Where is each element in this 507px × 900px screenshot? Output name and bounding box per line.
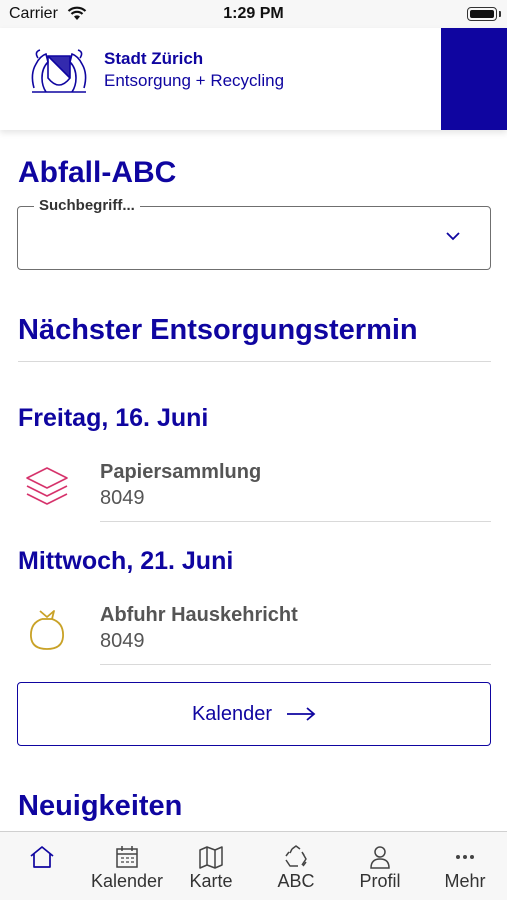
search-label: Suchbegriff... (34, 197, 140, 214)
day-title-1: Freitag, 16. Juni (18, 404, 209, 432)
tab-bar: Kalender Karte ABC Profil Mehr (0, 831, 507, 900)
garbage-bag-icon (30, 610, 64, 650)
tab-home[interactable] (0, 832, 84, 900)
recycle-icon (285, 845, 307, 867)
brand-title: Stadt Zürich (104, 49, 204, 68)
paper-stack-icon (26, 467, 68, 505)
event-divider (100, 521, 491, 522)
app-header: Stadt Zürich Entsorgung + Recycling (0, 28, 507, 130)
event-zip: 8049 (100, 487, 145, 509)
tab-kalender[interactable]: Kalender (85, 832, 169, 900)
chevron-down-icon[interactable] (446, 231, 460, 241)
search-input[interactable]: Suchbegriff... (17, 197, 491, 270)
calendar-button[interactable]: Kalender (17, 682, 491, 746)
section-divider (18, 361, 491, 362)
status-time: 1:29 PM (223, 5, 284, 22)
arrow-right-icon (287, 707, 316, 721)
profile-icon (370, 846, 390, 869)
brand-subtitle: Entsorgung + Recycling (104, 71, 285, 90)
more-icon (456, 855, 474, 859)
tab-abc[interactable]: ABC (254, 832, 338, 900)
calendar-icon (116, 846, 138, 868)
home-icon (30, 846, 54, 868)
tab-profil[interactable]: Profil (338, 832, 422, 900)
tab-label: Karte (189, 871, 233, 891)
brand-color-block (441, 28, 507, 130)
tab-karte[interactable]: Karte (169, 832, 253, 900)
tab-mehr[interactable]: Mehr (423, 832, 507, 900)
tab-label: Kalender (90, 871, 164, 891)
battery-icon (467, 7, 497, 21)
tab-label: Profil (359, 871, 401, 891)
calendar-button-label: Kalender (191, 702, 273, 725)
news-title: Neuigkeiten (18, 790, 183, 822)
day-title-2: Mittwoch, 21. Juni (18, 547, 234, 575)
abc-title: Abfall-ABC (18, 156, 177, 189)
battery-tip (499, 11, 501, 17)
event-zip: 8049 (100, 630, 145, 652)
zurich-crest-icon (31, 49, 87, 93)
next-dates-title: Nächster Entsorgungstermin (18, 314, 418, 346)
event-divider (100, 664, 491, 665)
tab-label: Mehr (444, 871, 486, 891)
status-bar: Carrier 1:29 PM (0, 0, 507, 28)
map-icon (199, 846, 223, 869)
event-name: Papiersammlung (100, 461, 262, 483)
tab-label: ABC (277, 871, 315, 891)
event-name: Abfuhr Hauskehricht (100, 604, 298, 626)
